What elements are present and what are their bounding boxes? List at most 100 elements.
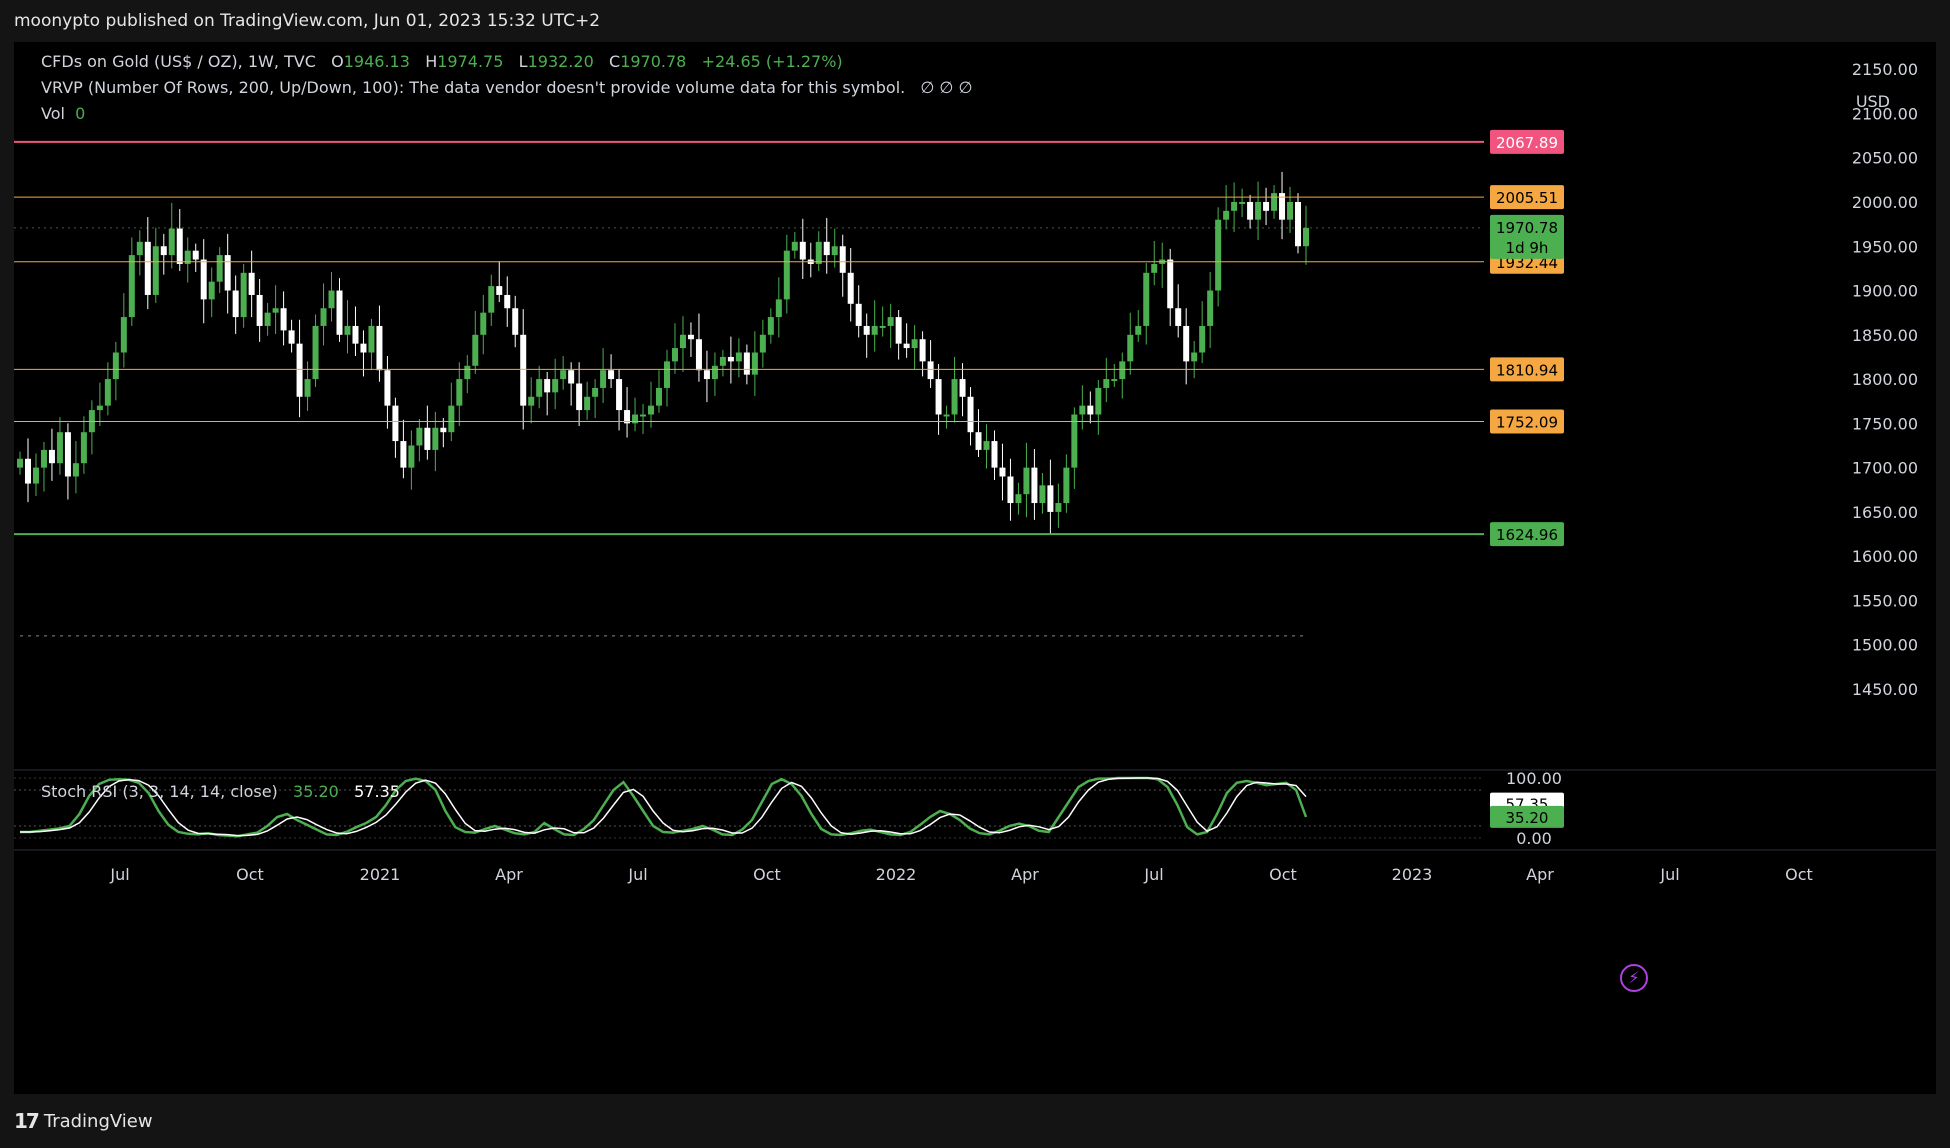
time-axis-label: Oct [1269,865,1297,884]
stoch-axis-label: 0.00 [1516,829,1552,848]
candle-body [991,441,998,468]
candle-body [783,250,790,300]
candle-body [1151,263,1158,273]
candle-body [312,325,319,380]
candle-body [192,250,199,260]
candle-body [1263,201,1270,211]
candle-body [32,467,39,484]
candle-body [456,379,463,406]
candle-body [1071,414,1078,468]
brand-name[interactable]: TradingView [44,1111,153,1132]
currency-label[interactable]: USD [1856,92,1890,111]
candle-body [496,286,503,295]
candle-body [176,228,183,264]
candle-body [72,463,79,477]
candle-body [1223,210,1230,220]
candle-body [751,352,758,375]
volume-legend[interactable]: Vol 0 [41,104,85,123]
candle-body [112,352,119,380]
candle-body [951,379,958,415]
candle-body [384,370,391,406]
volume-value: 0 [75,104,86,123]
candle-body [24,458,31,484]
candle-body [687,334,694,340]
price-tick-label: 1700.00 [1852,459,1918,478]
candle-body [1255,201,1262,220]
candle-body [959,379,966,397]
time-axis-label: Apr [495,865,523,884]
candle-body [392,405,399,442]
candle-body [320,308,327,326]
candle-body [80,432,87,464]
candle-body [1007,476,1014,504]
time-axis-label: Jul [627,865,647,884]
candle-body [1135,325,1142,335]
candle-body [911,339,918,349]
legend-high-label: H [425,52,438,71]
candle-body [272,308,279,313]
candle-body [216,255,223,282]
time-axis-label: Jul [109,865,129,884]
candle-body [1175,308,1182,326]
legend-change: +24.65 (+1.27%) [701,52,843,71]
candle-body [1015,494,1022,504]
candle-body [592,387,599,397]
candle-body [136,241,143,256]
chart-area[interactable]: 1450.00 1500.00 1550.00 1600.00 1650.00 1700.… [14,42,1936,1094]
candle-body [56,432,63,464]
candle-body [1031,467,1038,504]
candle-body [440,427,447,433]
candle-body [1103,379,1110,388]
vrvp-legend[interactable]: VRVP (Number Of Rows, 200, Up/Down, 100)… [41,78,973,97]
candle-body [120,317,127,353]
candle-body [1231,201,1238,211]
candle-body [512,308,519,335]
time-axis-label: Apr [1526,865,1554,884]
candle-body [256,294,263,326]
price-tick-label: 1500.00 [1852,636,1918,655]
candle-body [160,246,167,256]
candle-body [935,379,942,415]
candle-body [560,370,567,380]
candle-body [368,325,375,353]
candle-body [1271,193,1278,211]
candle-body [632,414,639,424]
candle-body [1199,325,1206,353]
candle-body [328,290,335,309]
candle-body [64,432,71,477]
vrvp-null-icons: ∅ ∅ ∅ [920,78,973,97]
price-tick-label: 1650.00 [1852,503,1918,522]
stoch-d-value: 57.35 [354,782,400,801]
legend-low-value: 1932.20 [527,52,594,71]
candle-body [304,379,311,397]
stoch-legend[interactable]: Stoch RSI (3, 3, 14, 14, close) 35.20 57… [41,782,400,801]
candle-body [1295,201,1302,247]
price-tick-label: 1550.00 [1852,591,1918,610]
last-price-label: 1970.78 [1496,219,1558,237]
candle-body [528,396,535,406]
candle-body [448,405,455,433]
candle-body [799,241,806,260]
candle-body [520,334,527,406]
candle-body [568,370,575,384]
price-tick-label: 1450.00 [1852,680,1918,699]
candle-body [919,339,926,362]
candle-body [1207,290,1214,326]
legend-close-label: C [609,52,621,71]
candle-body [488,286,495,313]
published-header: moonypto published on TradingView.com, J… [0,0,1950,42]
time-axis-label: Jul [1659,865,1679,884]
price-tick-label: 1850.00 [1852,326,1918,345]
candle-body [1239,201,1246,204]
candle-body [983,441,990,450]
candle-body [48,449,55,464]
time-axis-label: Oct [1785,865,1813,884]
candle-body [288,330,295,344]
time-axis-label: 2023 [1392,865,1433,884]
lightning-icon[interactable]: ⚡ [1620,964,1648,992]
candle-body [584,396,591,411]
candle-body [767,317,774,335]
price-chart[interactable]: 1450.00 1500.00 1550.00 1600.00 1650.00 1700.… [14,42,1936,1094]
legend-symbol[interactable]: CFDs on Gold (US$ / OZ), 1W, TVC [41,52,316,71]
candle-body [200,259,207,300]
